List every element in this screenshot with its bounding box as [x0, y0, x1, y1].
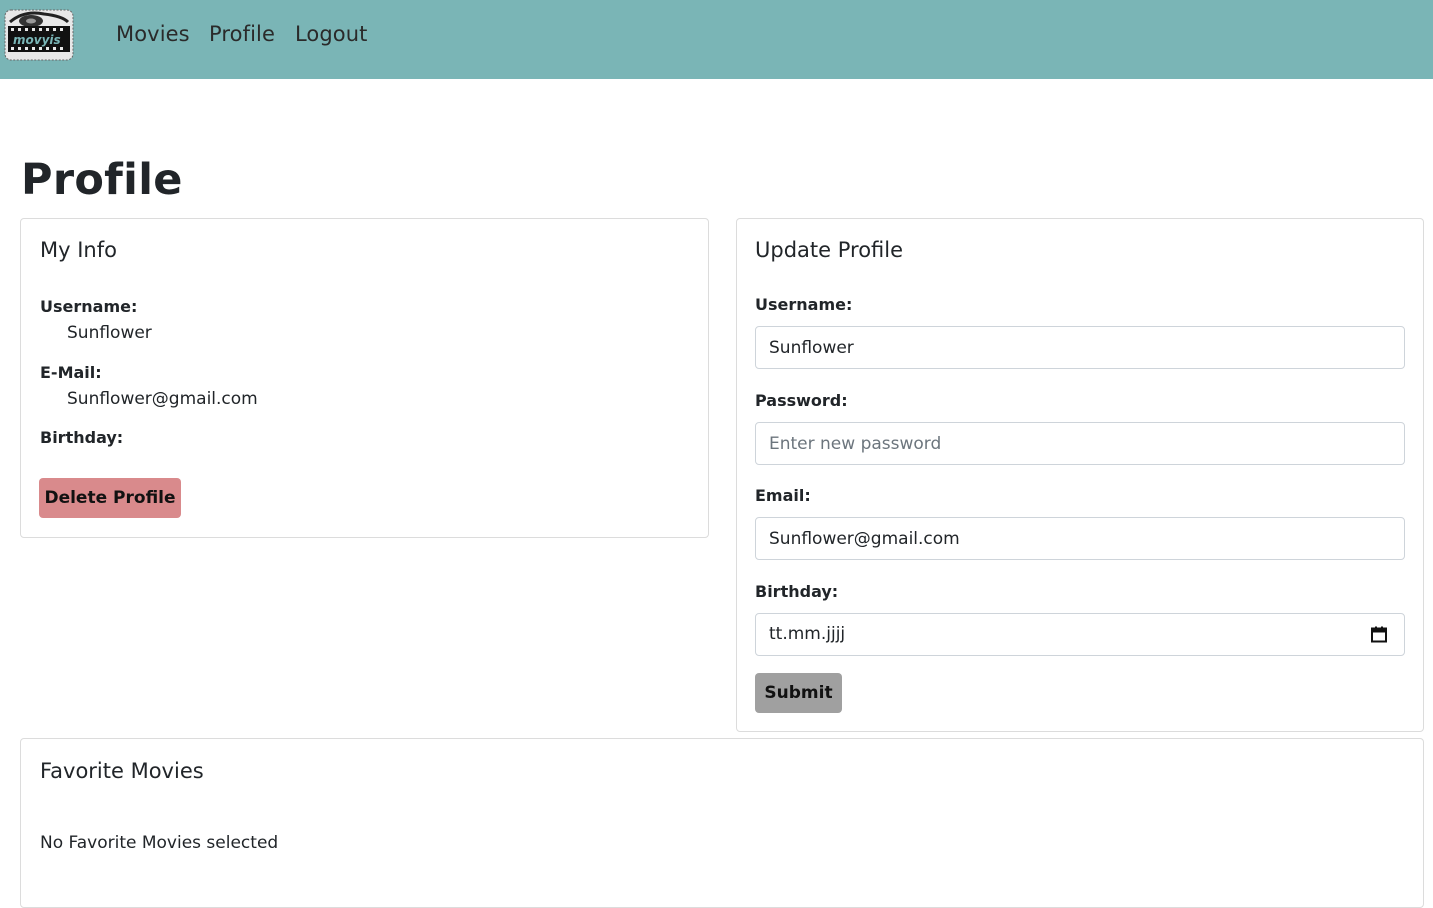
favorite-movies-title: Favorite Movies [40, 759, 204, 783]
update-email-label: Email: [755, 486, 811, 505]
birthday-input[interactable]: tt.mm.jjjj [755, 613, 1405, 656]
update-birthday-label: Birthday: [755, 582, 839, 601]
email-label: E-Mail: [40, 363, 102, 382]
svg-text:movyis: movyis [13, 33, 61, 47]
nav-link-movies[interactable]: Movies [116, 22, 190, 46]
my-info-card: My Info Username: Sunflower E-Mail: Sunf… [20, 218, 709, 538]
delete-profile-button[interactable]: Delete Profile [39, 478, 181, 518]
no-favorites-text: No Favorite Movies selected [40, 833, 279, 853]
submit-button[interactable]: Submit [755, 673, 842, 713]
navbar: movyis Movies Profile Logout [0, 0, 1433, 79]
my-info-title: My Info [40, 238, 117, 262]
update-profile-card: Update Profile Username: Password: Email… [736, 218, 1424, 732]
username-value: Sunflower [67, 323, 152, 343]
nav-link-logout[interactable]: Logout [295, 22, 368, 46]
page-title: Profile [21, 155, 183, 205]
username-input[interactable] [755, 326, 1405, 369]
email-input[interactable] [755, 517, 1405, 560]
favorite-movies-card: Favorite Movies No Favorite Movies selec… [20, 738, 1424, 908]
password-input[interactable] [755, 422, 1405, 465]
logo-icon[interactable]: movyis [4, 8, 74, 62]
nav-link-profile[interactable]: Profile [209, 22, 275, 46]
update-profile-title: Update Profile [755, 238, 904, 262]
username-label: Username: [40, 297, 138, 316]
birthday-label: Birthday: [40, 428, 124, 447]
calendar-icon[interactable] [1371, 626, 1387, 643]
birthday-placeholder: tt.mm.jjjj [769, 624, 846, 644]
email-value: Sunflower@gmail.com [67, 389, 258, 409]
password-label: Password: [755, 391, 848, 410]
update-username-label: Username: [755, 295, 853, 314]
